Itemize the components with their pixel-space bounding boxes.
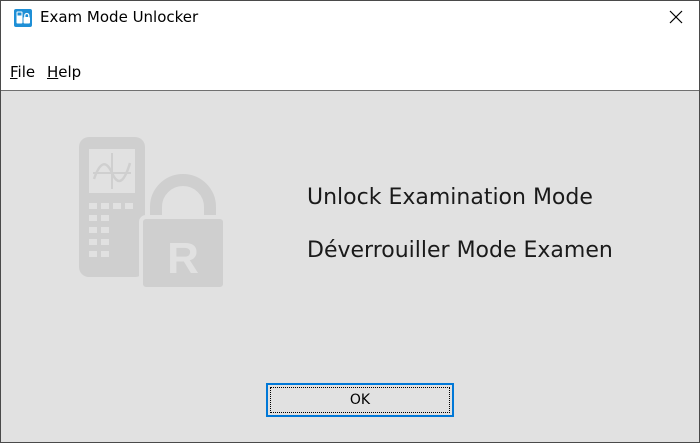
close-button[interactable] bbox=[653, 1, 699, 33]
badge-letter: R bbox=[167, 234, 199, 283]
calculator-lock-icon bbox=[14, 9, 32, 27]
menu-file[interactable]: File bbox=[10, 63, 35, 81]
menu-help-label: elp bbox=[58, 63, 82, 81]
ok-button[interactable]: OK bbox=[266, 383, 454, 417]
menu-bar: File Help bbox=[1, 33, 699, 91]
title-bar[interactable]: Exam Mode Unlocker bbox=[1, 1, 699, 33]
menu-file-mnemonic: F bbox=[10, 63, 18, 81]
message-french: Déverrouiller Mode Examen bbox=[307, 238, 613, 263]
close-icon bbox=[669, 10, 683, 24]
menu-help[interactable]: Help bbox=[47, 63, 81, 81]
window-title: Exam Mode Unlocker bbox=[40, 8, 199, 26]
app-window: Exam Mode Unlocker File Help R Unlock Ex… bbox=[0, 0, 700, 443]
calculator-padlock-icon: R bbox=[79, 137, 227, 291]
dialog-body: R Unlock Examination Mode Déverrouiller … bbox=[1, 91, 699, 442]
message-english: Unlock Examination Mode bbox=[307, 185, 593, 210]
menu-file-label: ile bbox=[17, 63, 36, 81]
menu-help-mnemonic: H bbox=[47, 63, 59, 81]
ok-button-label: OK bbox=[349, 392, 371, 408]
